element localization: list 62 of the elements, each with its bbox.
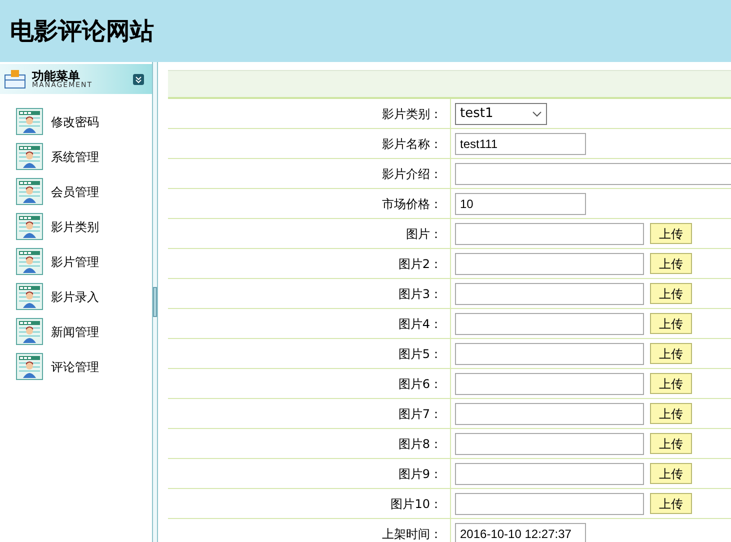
menu-item[interactable]: 评论管理 (16, 353, 152, 380)
file-field[interactable] (455, 402, 644, 424)
field-label: 图片： (406, 226, 442, 242)
collapse-icon[interactable] (133, 74, 144, 84)
field-label: 市场价格： (382, 196, 442, 212)
file-field[interactable] (455, 372, 644, 394)
upload-button[interactable]: 上传 (650, 463, 692, 484)
field-label: 图片8： (398, 436, 442, 452)
user-card-icon (16, 248, 43, 275)
menu-item[interactable]: 新闻管理 (16, 318, 152, 345)
menu-item[interactable]: 影片类别 (16, 213, 152, 240)
text-field[interactable]: test111 (455, 132, 586, 154)
file-field[interactable] (455, 432, 644, 454)
upload-button[interactable]: 上传 (650, 493, 692, 514)
menu-item[interactable]: 系统管理 (16, 143, 152, 170)
file-field[interactable] (455, 222, 644, 244)
upload-button[interactable]: 上传 (650, 283, 692, 304)
field-label: 图片10： (390, 496, 442, 512)
menu-title: 功能菜单 (32, 70, 80, 82)
user-card-icon (16, 213, 43, 240)
field-label: 图片6： (398, 376, 442, 392)
upload-button[interactable]: 上传 (650, 223, 692, 244)
field-label: 影片介绍： (382, 166, 442, 182)
user-card-icon (16, 283, 43, 310)
upload-button[interactable]: 上传 (650, 373, 692, 394)
chevron-down-icon (532, 110, 542, 116)
file-field[interactable] (455, 312, 644, 334)
upload-button[interactable]: 上传 (650, 313, 692, 334)
user-card-icon (16, 318, 43, 345)
upload-button[interactable]: 上传 (650, 433, 692, 454)
field-label: 上架时间： (382, 526, 442, 542)
menu-item[interactable]: 修改密码 (16, 108, 152, 135)
user-card-icon (16, 108, 43, 135)
site-title: 电影评论网站 (10, 16, 154, 47)
field-label: 图片5： (398, 346, 442, 362)
upload-button[interactable]: 上传 (650, 253, 692, 274)
user-card-icon (16, 353, 43, 380)
file-field[interactable] (455, 342, 644, 364)
user-card-icon (16, 178, 43, 205)
field-label: 图片2： (398, 256, 442, 272)
file-field[interactable] (455, 282, 644, 304)
text-field[interactable] (455, 162, 731, 184)
field-label: 影片类别： (382, 106, 442, 122)
toolbox-icon (4, 69, 26, 89)
field-label: 图片3： (398, 286, 442, 302)
upload-button[interactable]: 上传 (650, 403, 692, 424)
category-select[interactable]: test1 (455, 102, 547, 124)
menu-item[interactable]: 会员管理 (16, 178, 152, 205)
splitter-handle[interactable] (153, 287, 157, 317)
file-field[interactable] (455, 462, 644, 484)
user-card-icon (16, 143, 43, 170)
menu-item[interactable]: 影片管理 (16, 248, 152, 275)
field-label: 影片名称： (382, 136, 442, 152)
field-label: 图片7： (398, 406, 442, 422)
text-field[interactable]: 10 (455, 192, 586, 214)
file-field[interactable] (455, 252, 644, 274)
upload-button[interactable]: 上传 (650, 343, 692, 364)
field-label: 图片4： (398, 316, 442, 332)
menu-item[interactable]: 影片录入 (16, 283, 152, 310)
text-field[interactable]: 2016-10-10 12:27:37 (455, 522, 586, 542)
field-label: 图片9： (398, 466, 442, 482)
file-field[interactable] (455, 492, 644, 514)
